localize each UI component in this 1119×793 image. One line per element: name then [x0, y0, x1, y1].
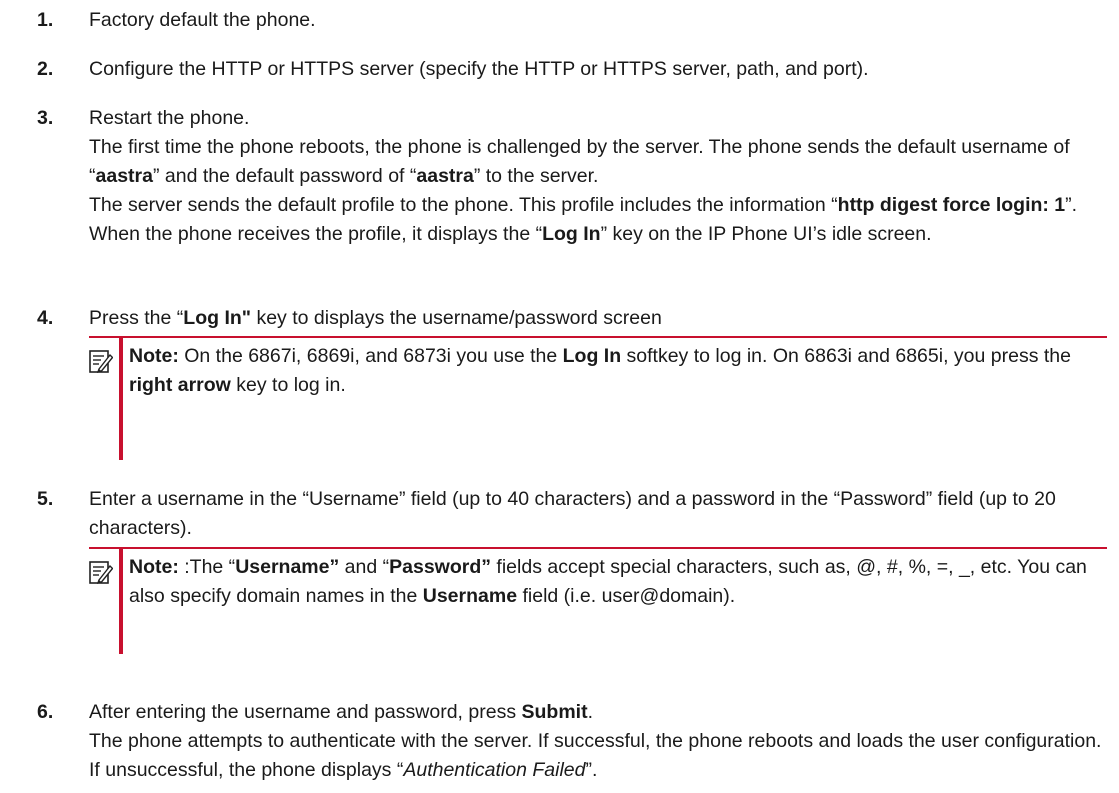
note-pencil-icon [89, 350, 113, 374]
note-text: Note: :The “Username” and “Password” fie… [129, 556, 1087, 607]
step-text: Enter a username in the “Username” field… [89, 488, 1056, 539]
step-4: 4. Press the “Log In" key to displays th… [37, 304, 1107, 333]
step-2: 2. Configure the HTTP or HTTPS server (s… [37, 55, 1107, 84]
step-title: Restart the phone. [89, 107, 250, 129]
note-callout: Note: On the 6867i, 6869i, and 6873i you… [89, 336, 1107, 460]
step-number: 6. [37, 701, 54, 723]
step-number: 5. [37, 488, 54, 510]
step-text: Factory default the phone. [89, 9, 316, 31]
document-page: 1. Factory default the phone. 2. Configu… [0, 0, 1119, 793]
note-callout: Note: :The “Username” and “Password” fie… [89, 547, 1107, 654]
step-paragraph: The phone attempts to authenticate with … [89, 730, 1102, 781]
step-number: 2. [37, 58, 54, 80]
step-text: Configure the HTTP or HTTPS server (spec… [89, 58, 869, 80]
step-number: 3. [37, 107, 54, 129]
step-text: After entering the username and password… [89, 701, 594, 723]
step-3: 3. Restart the phone. The first time the… [37, 104, 1107, 249]
note-pencil-icon [89, 561, 113, 585]
step-paragraph: The first time the phone reboots, the ph… [89, 136, 1070, 187]
step-6: 6. After entering the username and passw… [37, 698, 1107, 785]
note-accent-bar [119, 549, 123, 654]
note-accent-bar [119, 338, 123, 460]
step-1: 1. Factory default the phone. [37, 6, 1107, 35]
step-paragraph: The server sends the default profile to … [89, 194, 1078, 245]
step-text: Press the “Log In" key to displays the u… [89, 307, 662, 329]
step-number: 4. [37, 307, 54, 329]
step-number: 1. [37, 9, 54, 31]
step-5: 5. Enter a username in the “Username” fi… [37, 485, 1107, 543]
note-text: Note: On the 6867i, 6869i, and 6873i you… [129, 345, 1071, 396]
